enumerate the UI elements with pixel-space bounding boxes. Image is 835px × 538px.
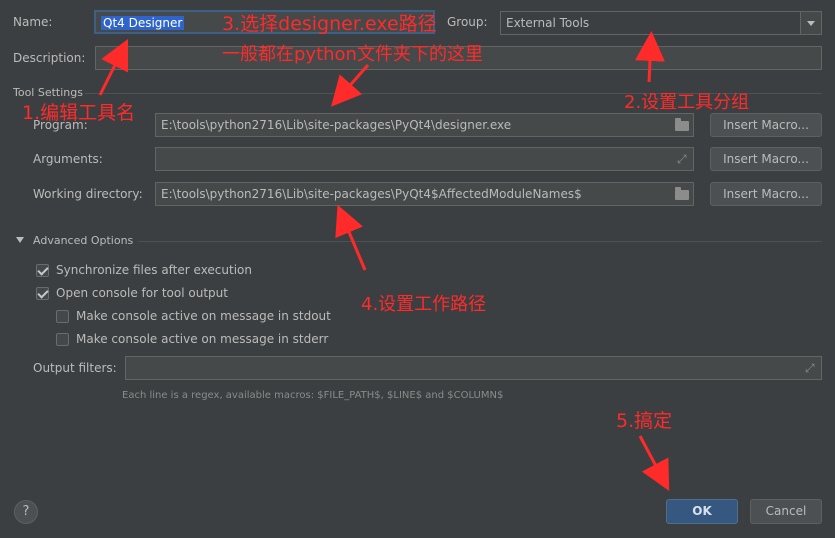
arrow-to-name — [98, 38, 129, 96]
annotation-3-line1: 3.选择designer.exe路径 — [222, 13, 437, 35]
arrow-to-group — [635, 31, 665, 83]
annotation-2: 2.设置工具分组 — [624, 92, 750, 113]
annotation-4: 4.设置工作路径 — [361, 294, 487, 315]
arrow-to-program — [331, 64, 370, 107]
arrow-to-ok — [638, 435, 670, 491]
annotation-arrows — [98, 31, 670, 491]
annotation-1: 1.编辑工具名 — [22, 102, 136, 124]
arrow-to-workdir — [335, 204, 367, 271]
annotation-3-line2: 一般都在python文件夹下的这里 — [222, 44, 483, 65]
annotation-5: 5.搞定 — [616, 410, 673, 432]
